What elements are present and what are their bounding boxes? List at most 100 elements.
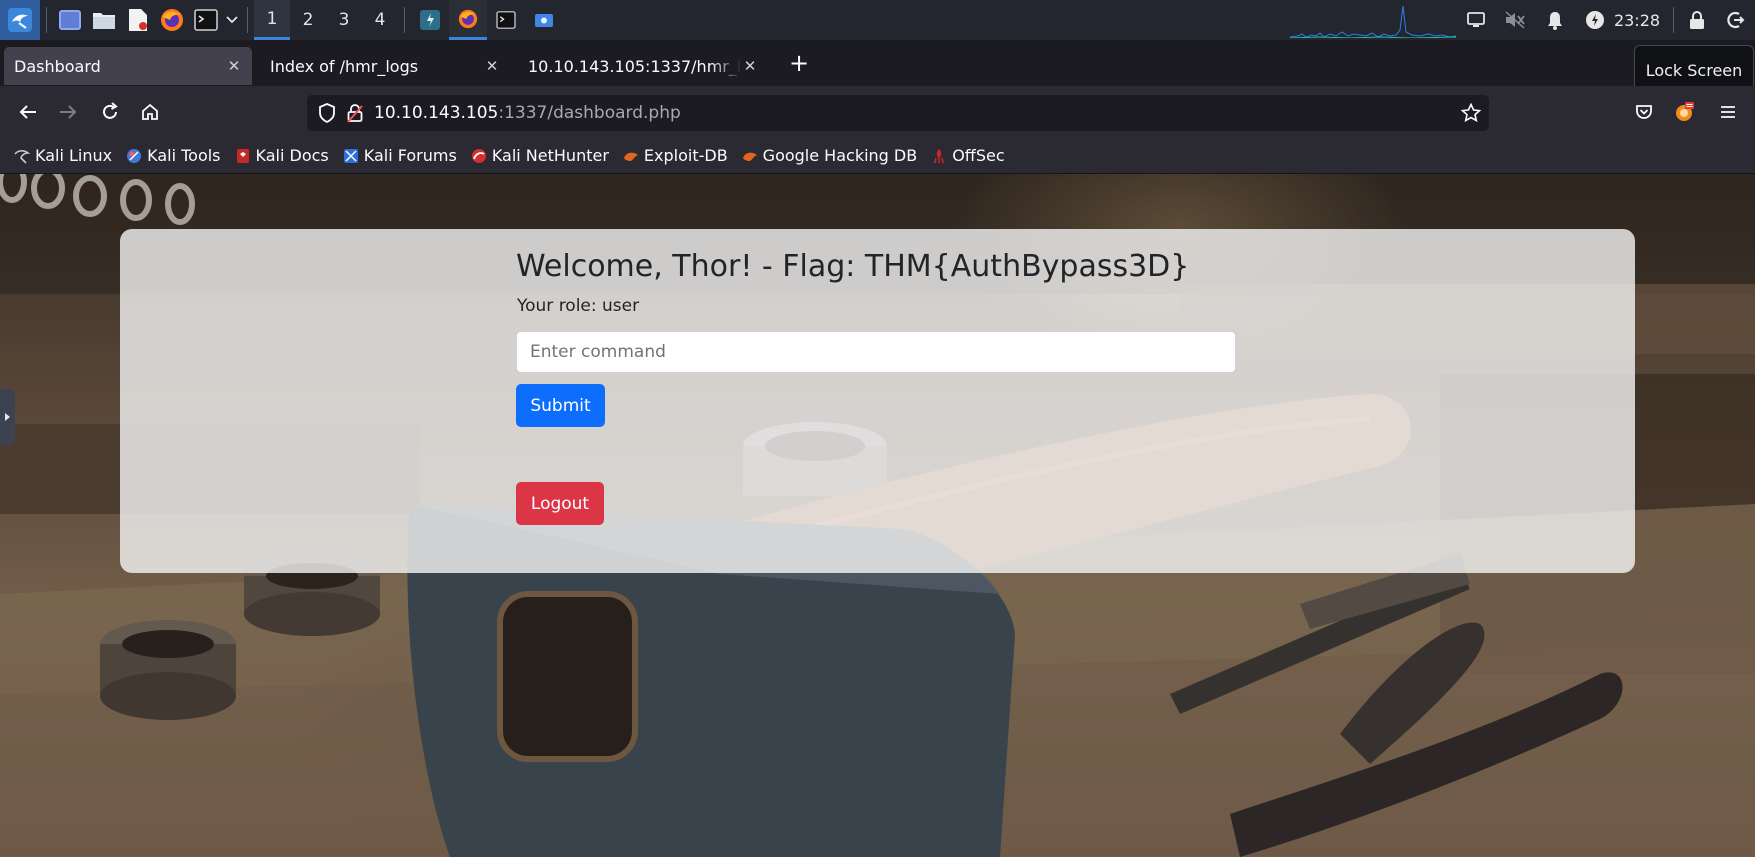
extension-icon (1676, 102, 1694, 121)
notifications-button[interactable] (1540, 0, 1570, 40)
url-bar[interactable]: 10.10.143.105:1337/dashboard.php (307, 95, 1489, 131)
kali-nethunter-icon (471, 148, 486, 163)
kali-forums-icon (343, 148, 358, 163)
tracking-protection-shield-icon[interactable] (318, 103, 336, 123)
text-editor-button[interactable] (121, 0, 155, 40)
forward-button[interactable] (52, 96, 84, 128)
bookmark-label: Exploit-DB (643, 146, 728, 165)
pocket-button[interactable] (1628, 96, 1660, 128)
bookmark-exploit-db[interactable]: Exploit-DB (623, 146, 728, 165)
new-tab-button[interactable]: + (786, 50, 812, 76)
home-button[interactable] (134, 96, 166, 128)
kali-tools-icon (127, 148, 142, 163)
bookmark-kali-nethunter[interactable]: Kali NetHunter (471, 146, 609, 165)
show-desktop-icon (59, 10, 81, 30)
url-text: 10.10.143.105:1337/dashboard.php (374, 103, 681, 123)
bookmark-kali-linux[interactable]: Kali Linux (14, 146, 112, 165)
muted-volume-icon (1505, 11, 1525, 29)
workspace-2[interactable]: 2 (290, 0, 326, 40)
command-input[interactable] (516, 331, 1236, 373)
navigation-bar: 10.10.143.105:1337/dashboard.php (0, 86, 1755, 138)
kali-docs-icon (236, 148, 249, 163)
bookmark-kali-docs[interactable]: Kali Docs (235, 146, 329, 165)
tab-title: Dashboard (14, 56, 101, 76)
bookmark-star-icon[interactable] (1461, 103, 1481, 123)
offsec-icon (934, 148, 944, 163)
bookmark-google-hacking-db[interactable]: Google Hacking DB (742, 146, 917, 165)
taskbar-firefox[interactable] (449, 0, 487, 40)
file-manager-button[interactable] (87, 0, 121, 40)
terminal-launcher[interactable] (189, 0, 223, 40)
workspace-4[interactable]: 4 (362, 0, 398, 40)
welcome-heading: Welcome, Thor! - Flag: THM{AuthBypass3D} (516, 249, 1190, 284)
text-editor-icon (129, 9, 147, 31)
tab-dashboard[interactable]: Dashboard ✕ (4, 47, 252, 85)
launcher-dropdown[interactable] (223, 0, 241, 40)
bookmarks-toolbar: Kali Linux Kali Tools Kali Docs Kali For… (0, 138, 1755, 174)
taskbar-screenshot[interactable] (525, 0, 563, 40)
power-manager-button[interactable] (1580, 0, 1610, 40)
tab-bar: Dashboard ✕ Index of /hmr_logs ✕ 10.10.1… (0, 40, 1755, 86)
tab-index-of-hmr-logs[interactable]: Index of /hmr_logs ✕ (260, 47, 510, 85)
app-menu-button[interactable] (1712, 96, 1744, 128)
home-icon (142, 103, 158, 120)
bookmark-kali-tools[interactable]: Kali Tools (126, 146, 221, 165)
forward-arrow-icon (60, 105, 77, 119)
bookmark-offsec[interactable]: OffSec (931, 146, 1005, 165)
firefox-icon (161, 9, 183, 31)
close-tab-icon[interactable]: ✕ (226, 57, 242, 75)
url-host: 10.10.143.105 (374, 103, 499, 123)
panel-separator (1672, 0, 1674, 40)
power-manager-icon (1586, 11, 1604, 29)
bookmark-label: Kali Linux (35, 146, 113, 165)
screenshot-tool-icon (535, 14, 553, 27)
panel-separator (404, 7, 405, 33)
bookmark-kali-forums[interactable]: Kali Forums (343, 146, 457, 165)
logout-button[interactable]: Logout (516, 482, 604, 525)
bookmark-label: Kali NetHunter (491, 146, 609, 165)
kali-menu-button[interactable] (0, 0, 40, 40)
submit-button[interactable]: Submit (516, 384, 605, 427)
kali-menu-icon (8, 8, 32, 32)
reload-button[interactable] (94, 96, 126, 128)
role-text: Your role: user (517, 296, 640, 316)
clock[interactable]: 23:28 (1612, 0, 1662, 40)
taskbar-terminal[interactable] (487, 0, 525, 40)
google-hacking-db-icon (742, 152, 757, 161)
tab-hmr-logs-url[interactable]: 10.10.143.105:1337/hmr_logs ✕ (518, 47, 768, 85)
workspace-1[interactable]: 1 (254, 0, 290, 40)
url-path: :1337/dashboard.php (498, 103, 681, 123)
side-panel-handle[interactable] (0, 389, 15, 445)
kali-dragon-icon (14, 149, 30, 164)
insecure-lock-icon[interactable] (346, 103, 364, 123)
reload-icon (103, 102, 118, 119)
logout-button[interactable] (1718, 0, 1752, 40)
logout-icon (1727, 11, 1745, 29)
workspace-3[interactable]: 3 (326, 0, 362, 40)
display-button[interactable] (1462, 0, 1490, 40)
volume-button[interactable] (1500, 0, 1530, 40)
lock-screen-button[interactable] (1682, 0, 1712, 40)
panel-separator (46, 7, 47, 33)
close-tab-icon[interactable]: ✕ (742, 57, 758, 75)
extension-button[interactable] (1668, 96, 1700, 128)
back-button[interactable] (12, 96, 44, 128)
firefox-window-icon (458, 9, 478, 28)
cpu-graph (1290, 6, 1456, 38)
taskbar-burp-suite[interactable] (411, 0, 449, 40)
bookmark-label: OffSec (952, 146, 1005, 165)
firefox-launcher[interactable] (155, 0, 189, 40)
close-tab-icon[interactable]: ✕ (484, 57, 500, 75)
tab-title: 10.10.143.105:1337/hmr_logs (528, 56, 742, 76)
exploit-db-icon (623, 152, 638, 161)
page-content: Welcome, Thor! - Flag: THM{AuthBypass3D}… (0, 174, 1755, 857)
panel-separator (247, 7, 248, 33)
bookmark-label: Kali Tools (147, 146, 221, 165)
back-arrow-icon (19, 105, 36, 119)
clock-time: 23:28 (1613, 10, 1661, 30)
file-manager-icon (93, 13, 115, 29)
show-desktop-button[interactable] (53, 0, 87, 40)
top-panel: 1 2 3 4 23:28 (0, 0, 1755, 40)
notifications-icon (1548, 12, 1562, 30)
bookmark-label: Kali Forums (363, 146, 457, 165)
